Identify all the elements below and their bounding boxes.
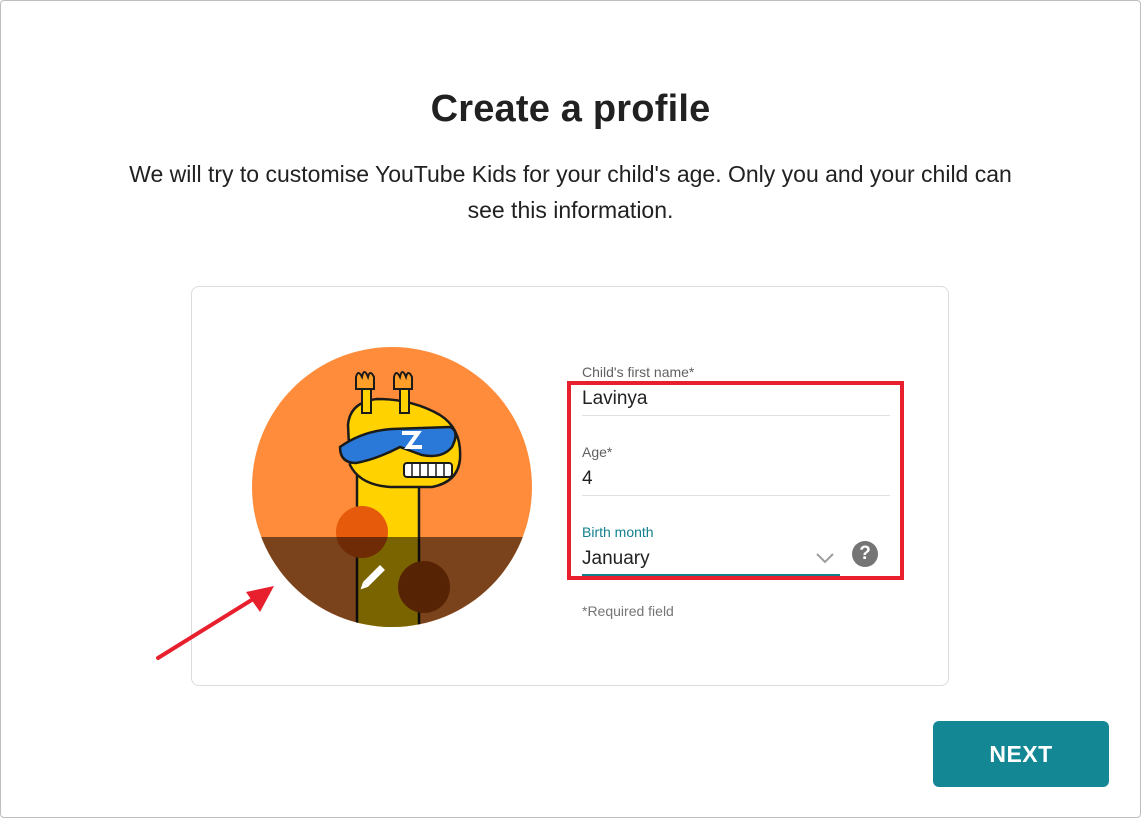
name-field-label: Child's first name*: [582, 364, 695, 380]
next-button[interactable]: NEXT: [933, 721, 1109, 787]
avatar-edit-button[interactable]: [252, 347, 532, 627]
red-arrow-annotation: [156, 586, 274, 660]
page-subtitle: We will try to customise YouTube Kids fo…: [129, 161, 1012, 223]
page-title: Create a profile: [430, 88, 711, 130]
highlight-box: [567, 381, 904, 580]
giraffe-avatar-icon: [252, 347, 532, 627]
required-note: *Required field: [582, 603, 674, 619]
